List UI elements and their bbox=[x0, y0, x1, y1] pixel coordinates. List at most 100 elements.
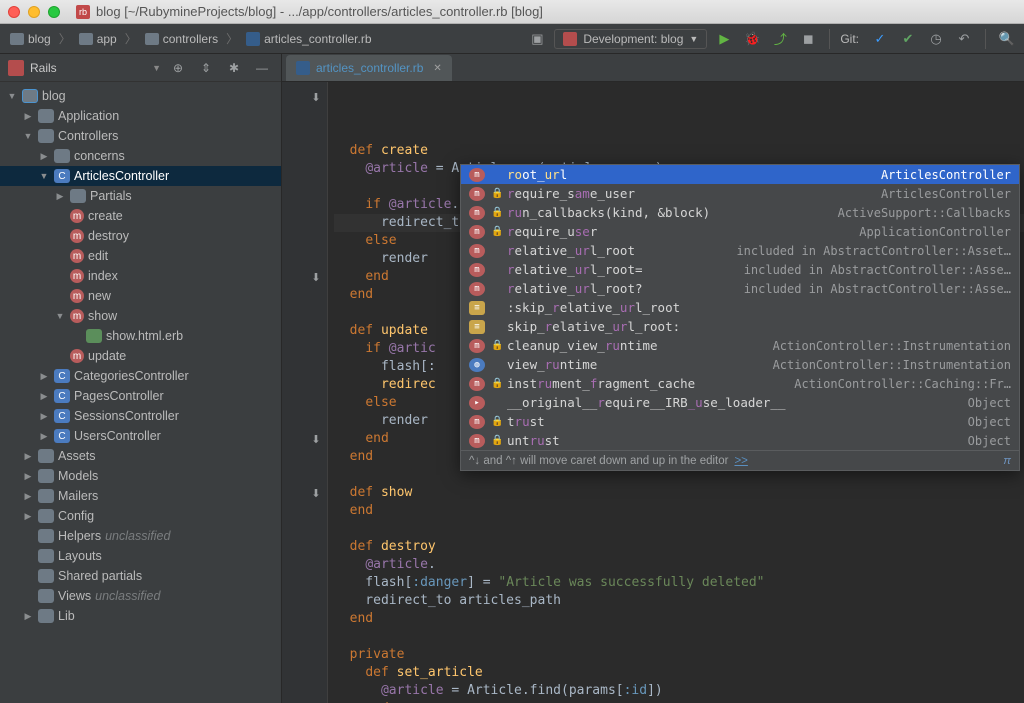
close-tab-icon[interactable]: ✕ bbox=[433, 63, 441, 74]
stop-button[interactable]: ◼ bbox=[797, 28, 819, 50]
tree-node[interactable]: Shared partials bbox=[0, 566, 281, 586]
gutter-row[interactable] bbox=[282, 538, 327, 556]
terminal-icon[interactable]: ▣ bbox=[526, 28, 548, 50]
chevron-down-icon[interactable]: ▼ bbox=[152, 63, 161, 73]
gutter-row[interactable] bbox=[282, 160, 327, 178]
gutter-row[interactable] bbox=[282, 214, 327, 232]
gutter-row[interactable]: ⬇ bbox=[282, 430, 327, 448]
gutter-row[interactable] bbox=[282, 394, 327, 412]
tree-node[interactable]: Layouts bbox=[0, 546, 281, 566]
completion-item[interactable]: ≡skip_relative_url_root: bbox=[461, 317, 1019, 336]
code-line[interactable]: @article = Article.find(params[:id]) bbox=[334, 682, 1024, 700]
tree-node[interactable]: Controllers bbox=[0, 126, 281, 146]
code-line[interactable]: private bbox=[334, 646, 1024, 664]
tree-node[interactable]: CArticlesController bbox=[0, 166, 281, 186]
tree-node[interactable]: Lib bbox=[0, 606, 281, 626]
code-line[interactable]: def create bbox=[334, 142, 1024, 160]
code-line[interactable]: flash[:danger] = "Article was successful… bbox=[334, 574, 1024, 592]
gutter-row[interactable] bbox=[282, 556, 327, 574]
breadcrumb[interactable]: blog〉app〉controllers〉articles_controller… bbox=[6, 30, 376, 48]
tree-expand-icon[interactable] bbox=[54, 311, 66, 321]
tree-node[interactable]: Views unclassified bbox=[0, 586, 281, 606]
tree-node[interactable]: Application bbox=[0, 106, 281, 126]
gutter-row[interactable] bbox=[282, 124, 327, 142]
tree-node[interactable]: concerns bbox=[0, 146, 281, 166]
tree-expand-icon[interactable] bbox=[38, 431, 50, 442]
tree-expand-icon[interactable] bbox=[6, 91, 18, 101]
gutter-row[interactable]: ⬇ bbox=[282, 268, 327, 286]
run-button[interactable]: ▶ bbox=[713, 28, 735, 50]
hide-button[interactable]: — bbox=[251, 61, 273, 75]
tree-expand-icon[interactable] bbox=[22, 111, 34, 122]
gutter-row[interactable] bbox=[282, 358, 327, 376]
navigate-gutter-icon[interactable]: ⬇ bbox=[309, 90, 323, 104]
code-line[interactable]: def set_article bbox=[334, 664, 1024, 682]
completion-item[interactable]: m🔒untrustObject bbox=[461, 431, 1019, 450]
gutter-row[interactable] bbox=[282, 592, 327, 610]
gutter-row[interactable] bbox=[282, 646, 327, 664]
gutter-row[interactable] bbox=[282, 448, 327, 466]
navigate-gutter-icon[interactable]: ⬇ bbox=[309, 432, 323, 446]
run-configuration-dropdown[interactable]: Development: blog ▼ bbox=[554, 29, 707, 49]
tree-node[interactable]: medit bbox=[0, 246, 281, 266]
project-tree[interactable]: blogApplicationControllersconcernsCArtic… bbox=[0, 82, 281, 630]
code-completion-popup[interactable]: mroot_urlArticlesControllerm🔒require_sam… bbox=[460, 164, 1020, 471]
breadcrumb-item[interactable]: app bbox=[75, 30, 121, 48]
tree-node[interactable]: blog bbox=[0, 86, 281, 106]
tree-node[interactable]: Mailers bbox=[0, 486, 281, 506]
settings-gear-icon[interactable]: ✱ bbox=[223, 61, 245, 75]
tree-expand-icon[interactable] bbox=[22, 451, 34, 462]
tree-node[interactable]: mcreate bbox=[0, 206, 281, 226]
completion-more-link[interactable]: >> bbox=[734, 452, 747, 470]
tool-window-header[interactable]: Rails ▼ ⊕ ⇕ ✱ — bbox=[0, 54, 281, 82]
tree-node[interactable]: show.html.erb bbox=[0, 326, 281, 346]
gutter-row[interactable] bbox=[282, 178, 327, 196]
maximize-window-button[interactable] bbox=[48, 6, 60, 18]
completion-item[interactable]: m🔒run_callbacks(kind, &block)ActiveSuppo… bbox=[461, 203, 1019, 222]
collapse-all-button[interactable]: ⇕ bbox=[195, 61, 217, 75]
vcs-revert-button[interactable]: ↶ bbox=[953, 28, 975, 50]
breadcrumb-item[interactable]: articles_controller.rb bbox=[242, 30, 375, 48]
code-line[interactable]: end bbox=[334, 610, 1024, 628]
tree-node[interactable]: mshow bbox=[0, 306, 281, 326]
gutter-row[interactable] bbox=[282, 232, 327, 250]
gutter-row[interactable]: ⬇ bbox=[282, 484, 327, 502]
tree-node[interactable]: Assets bbox=[0, 446, 281, 466]
tree-node[interactable]: Config bbox=[0, 506, 281, 526]
tree-node[interactable]: mindex bbox=[0, 266, 281, 286]
tree-expand-icon[interactable] bbox=[38, 371, 50, 382]
completion-item[interactable]: mrelative_url_rootincluded in AbstractCo… bbox=[461, 241, 1019, 260]
completion-item[interactable]: ◍view_runtimeActionController::Instrumen… bbox=[461, 355, 1019, 374]
code-line[interactable]: def destroy bbox=[334, 538, 1024, 556]
completion-item[interactable]: mrelative_url_root?included in AbstractC… bbox=[461, 279, 1019, 298]
breadcrumb-item[interactable]: blog bbox=[6, 30, 55, 48]
gutter-row[interactable] bbox=[282, 250, 327, 268]
tree-expand-icon[interactable] bbox=[22, 491, 34, 502]
tree-node[interactable]: Partials bbox=[0, 186, 281, 206]
gutter-row[interactable] bbox=[282, 196, 327, 214]
navigate-gutter-icon[interactable]: ⬇ bbox=[309, 486, 323, 500]
tree-node[interactable]: Models bbox=[0, 466, 281, 486]
completion-item[interactable]: ▸__original__require__IRB_use_loader__Ob… bbox=[461, 393, 1019, 412]
completion-item[interactable]: mroot_urlArticlesController bbox=[461, 165, 1019, 184]
code-line[interactable]: @article. bbox=[334, 556, 1024, 574]
navigate-gutter-icon[interactable]: ⬇ bbox=[309, 270, 323, 284]
gutter-row[interactable] bbox=[282, 520, 327, 538]
tree-expand-icon[interactable] bbox=[54, 191, 66, 202]
completion-item[interactable]: m🔒instrument_fragment_cacheActionControl… bbox=[461, 374, 1019, 393]
tree-expand-icon[interactable] bbox=[22, 611, 34, 622]
vcs-history-button[interactable]: ◷ bbox=[925, 28, 947, 50]
tree-node[interactable]: mnew bbox=[0, 286, 281, 306]
locate-button[interactable]: ⊕ bbox=[167, 61, 189, 75]
gutter-row[interactable] bbox=[282, 322, 327, 340]
debug-button[interactable]: 🐞 bbox=[741, 28, 763, 50]
minimize-window-button[interactable] bbox=[28, 6, 40, 18]
gutter-row[interactable] bbox=[282, 502, 327, 520]
completion-item[interactable]: mrelative_url_root=included in AbstractC… bbox=[461, 260, 1019, 279]
gutter-row[interactable] bbox=[282, 340, 327, 358]
tree-expand-icon[interactable] bbox=[38, 391, 50, 402]
code-line[interactable] bbox=[334, 628, 1024, 646]
tree-node[interactable]: Helpers unclassified bbox=[0, 526, 281, 546]
vcs-update-button[interactable]: ✓ bbox=[869, 28, 891, 50]
completion-item[interactable]: m🔒cleanup_view_runtimeActionController::… bbox=[461, 336, 1019, 355]
